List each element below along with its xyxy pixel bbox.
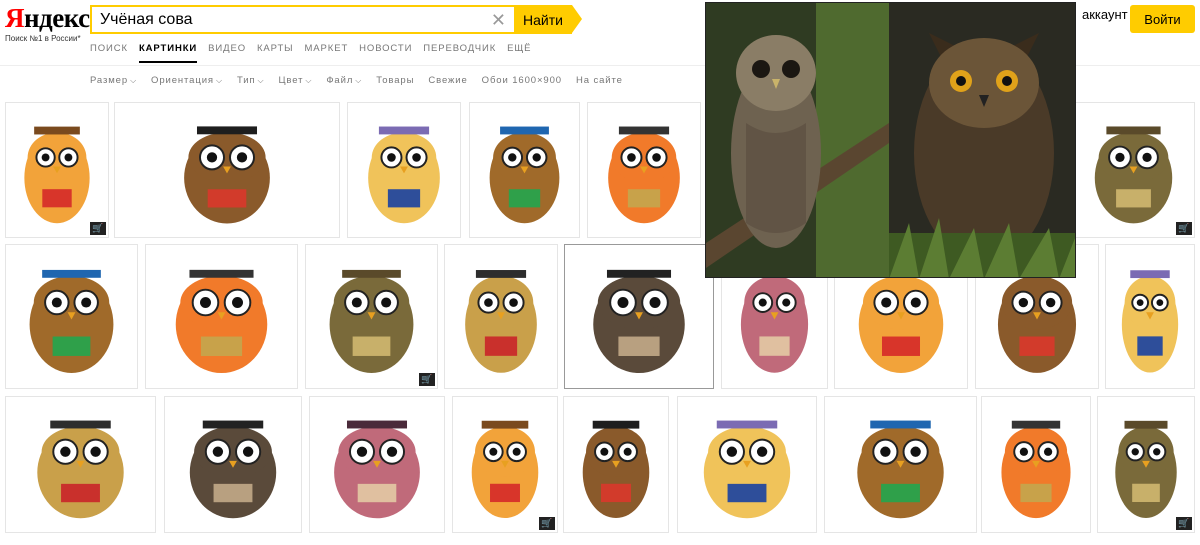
result-owl-bronze-figure[interactable]: 🛒 bbox=[1072, 102, 1195, 238]
filter-label: Ориентация bbox=[151, 75, 214, 86]
owl-illustration bbox=[489, 126, 560, 224]
filter-label: Свежие bbox=[428, 75, 468, 86]
service-nav: Поиск Картинки Видео Карты Маркет Новости Пере… bbox=[90, 43, 542, 63]
logo-tagline: Поиск №1 в России* bbox=[5, 34, 81, 43]
owl-illustration bbox=[37, 420, 124, 519]
chevron-down-icon: ⌵ bbox=[215, 76, 223, 85]
result-owl-realistic-cap[interactable] bbox=[145, 244, 298, 389]
result-owl-apple-books[interactable] bbox=[5, 244, 138, 389]
result-owl-bronze-books[interactable]: 🛒 bbox=[452, 396, 558, 533]
logo-word: Яндекс bbox=[5, 3, 90, 33]
result-owl-thin-legs[interactable]: 🛒 bbox=[305, 244, 438, 389]
shopping-cart-icon[interactable]: 🛒 bbox=[539, 517, 555, 530]
owl-illustration bbox=[1115, 420, 1177, 518]
result-owl-dark-photo[interactable] bbox=[981, 396, 1091, 533]
filter-1[interactable]: Ориентация ⌵ bbox=[151, 75, 223, 86]
preview-image-left[interactable] bbox=[706, 3, 889, 277]
close-icon[interactable]: ✕ bbox=[491, 10, 506, 30]
chevron-down-icon: ⌵ bbox=[130, 76, 138, 85]
nav-item-0[interactable]: Поиск bbox=[90, 43, 128, 63]
filter-label: Обои 1600×900 bbox=[481, 75, 562, 86]
image-preview-popup[interactable] bbox=[705, 2, 1076, 278]
nav-item-6[interactable]: Переводчик bbox=[423, 43, 496, 63]
owl-illustration bbox=[329, 269, 414, 373]
chevron-down-icon: ⌵ bbox=[355, 76, 363, 85]
filter-label: Файл bbox=[326, 75, 354, 86]
shopping-cart-icon[interactable]: 🛒 bbox=[419, 373, 435, 386]
filter-3[interactable]: Цвет ⌵ bbox=[278, 75, 312, 86]
owl-illustration bbox=[1094, 126, 1173, 224]
login-button[interactable]: Войти bbox=[1130, 5, 1195, 33]
result-owl-gold-figure[interactable] bbox=[563, 396, 669, 533]
owl-illustration bbox=[189, 420, 277, 519]
shopping-cart-icon[interactable]: 🛒 bbox=[90, 222, 106, 235]
filter-0[interactable]: Размер ⌵ bbox=[90, 75, 137, 86]
owl-illustration bbox=[175, 269, 268, 374]
owl-illustration bbox=[24, 126, 90, 224]
result-owl-pointer-cap[interactable] bbox=[114, 102, 340, 238]
filter-2[interactable]: Тип ⌵ bbox=[237, 75, 265, 86]
chevron-down-icon: ⌵ bbox=[305, 76, 313, 85]
logo-rest: ндекс bbox=[24, 3, 90, 33]
result-owl-pencil-suit[interactable] bbox=[347, 102, 461, 238]
nav-item-5[interactable]: Новости bbox=[359, 43, 412, 63]
filter-label: Товары bbox=[376, 75, 415, 86]
filter-bar: Размер ⌵ Ориентация ⌵ Тип ⌵ Цвет ⌵ Файл ⌵ Товары Св… bbox=[90, 75, 637, 86]
owl-illustration bbox=[334, 420, 420, 519]
owl-illustration bbox=[184, 126, 270, 224]
owl-illustration bbox=[1121, 270, 1179, 373]
owl-illustration bbox=[29, 269, 114, 373]
chevron-down-icon: ⌵ bbox=[257, 76, 265, 85]
shopping-cart-icon[interactable]: 🛒 bbox=[1176, 517, 1192, 530]
shopping-cart-icon[interactable]: 🛒 bbox=[1176, 222, 1192, 235]
owl-illustration bbox=[368, 126, 440, 224]
owl-illustration bbox=[471, 420, 539, 519]
owl-illustration bbox=[582, 420, 650, 519]
nav-item-7[interactable]: Ещё bbox=[507, 43, 531, 63]
search-button[interactable]: Найти bbox=[514, 5, 572, 34]
owl-illustration bbox=[857, 420, 944, 519]
owl-illustration bbox=[593, 269, 685, 374]
nav-item-4[interactable]: Маркет bbox=[304, 43, 348, 63]
result-owl-yellow-reading[interactable] bbox=[444, 244, 558, 389]
filter-5[interactable]: Товары bbox=[376, 75, 414, 86]
result-owl-pointer-books[interactable] bbox=[564, 244, 714, 389]
filter-4[interactable]: Файл ⌵ bbox=[326, 75, 362, 86]
result-owl-book-glasses-2[interactable]: 🛒 bbox=[1097, 396, 1195, 533]
result-owl-branch-sketch[interactable] bbox=[164, 396, 302, 533]
search-form: ✕ Найти bbox=[90, 5, 582, 34]
result-owl-tie-stick[interactable] bbox=[309, 396, 445, 533]
horned-owl-photo bbox=[889, 3, 1075, 277]
result-owl-book-glasses[interactable]: 🛒 bbox=[5, 102, 109, 238]
result-owl-orange-book[interactable] bbox=[587, 102, 701, 238]
filter-label: Размер bbox=[90, 75, 129, 86]
logo-letter: Я bbox=[5, 3, 25, 33]
owl-illustration bbox=[465, 270, 537, 373]
filter-8[interactable]: На сайте bbox=[576, 75, 623, 86]
filter-label: Тип bbox=[236, 75, 256, 86]
filter-6[interactable]: Свежие bbox=[428, 75, 467, 86]
nav-item-2[interactable]: Видео bbox=[208, 43, 246, 63]
login-link[interactable]: аккаунт bbox=[1082, 7, 1128, 22]
nav-item-3[interactable]: Карты bbox=[257, 43, 294, 63]
filter-7[interactable]: Обои 1600×900 bbox=[482, 75, 562, 86]
search-input[interactable] bbox=[100, 10, 480, 30]
result-owl-pair-small[interactable] bbox=[824, 396, 977, 533]
nav-item-1[interactable]: Картинки bbox=[138, 43, 198, 63]
result-owl-orange-cap[interactable] bbox=[677, 396, 817, 533]
result-owl-on-books[interactable] bbox=[469, 102, 580, 238]
result-owl-waving[interactable] bbox=[5, 396, 156, 533]
preview-image-right[interactable] bbox=[889, 3, 1075, 277]
search-box: ✕ bbox=[90, 5, 516, 34]
yandex-logo[interactable]: Яндекс Поиск №1 в России* bbox=[5, 3, 90, 43]
owl-illustration bbox=[703, 420, 791, 519]
owl-illustration bbox=[608, 126, 680, 224]
search-button-arrow bbox=[572, 5, 582, 33]
filter-label: Цвет bbox=[278, 75, 304, 86]
result-owl-dark-cap[interactable] bbox=[1105, 244, 1195, 389]
filter-label: На сайте bbox=[575, 75, 623, 86]
barred-owl-photo bbox=[706, 3, 889, 277]
owl-illustration bbox=[1001, 420, 1071, 519]
